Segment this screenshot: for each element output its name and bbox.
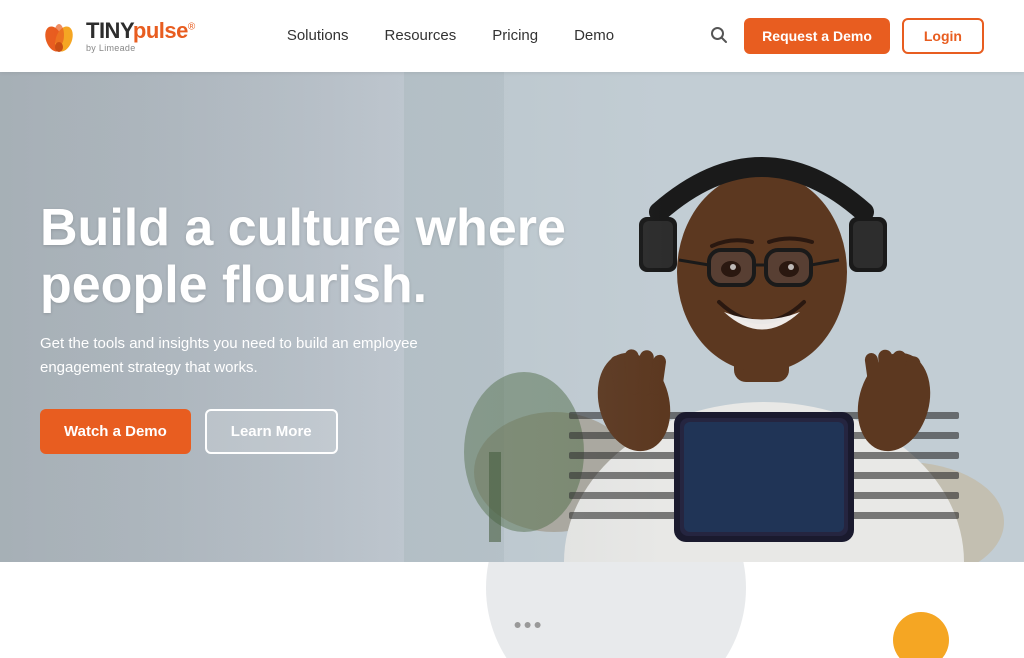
nav-item-pricing[interactable]: Pricing [492, 27, 538, 45]
nav-actions: Request a Demo Login [706, 18, 984, 54]
search-icon [710, 26, 728, 44]
logo-icon [40, 17, 78, 55]
dot-3 [535, 622, 541, 628]
learn-more-button[interactable]: Learn More [205, 409, 338, 454]
nav-link-pricing[interactable]: Pricing [492, 27, 538, 44]
dot-1 [515, 622, 521, 628]
nav-item-solutions[interactable]: Solutions [287, 27, 349, 45]
nav-link-demo[interactable]: Demo [574, 27, 614, 44]
below-hero [0, 562, 1024, 658]
nav-item-resources[interactable]: Resources [385, 27, 457, 45]
nav-item-demo[interactable]: Demo [574, 27, 614, 45]
nav-link-solutions[interactable]: Solutions [287, 27, 349, 44]
navbar: TINYpulse® by Limeade Solutions Resource… [0, 0, 1024, 72]
dot-2 [525, 622, 531, 628]
orange-circle-decoration [893, 612, 949, 658]
hero-buttons: Watch a Demo Learn More [40, 409, 600, 454]
watch-demo-button[interactable]: Watch a Demo [40, 409, 191, 454]
logo-text: TINYpulse® by Limeade [86, 20, 195, 53]
nav-link-resources[interactable]: Resources [385, 27, 457, 44]
login-button[interactable]: Login [902, 18, 984, 54]
logo[interactable]: TINYpulse® by Limeade [40, 17, 195, 55]
hero-subtext: Get the tools and insights you need to b… [40, 332, 500, 379]
hero-content: Build a culture where people flourish. G… [40, 72, 600, 562]
circle-decoration [486, 562, 746, 658]
logo-brand: TINYpulse® [86, 20, 195, 42]
hero-section: Build a culture where people flourish. G… [0, 72, 1024, 562]
nav-links: Solutions Resources Pricing Demo [287, 27, 614, 45]
request-demo-button[interactable]: Request a Demo [744, 18, 890, 54]
search-button[interactable] [706, 22, 732, 51]
icon-dots [515, 622, 541, 628]
logo-sub: by Limeade [86, 44, 195, 53]
hero-heading: Build a culture where people flourish. [40, 200, 600, 314]
